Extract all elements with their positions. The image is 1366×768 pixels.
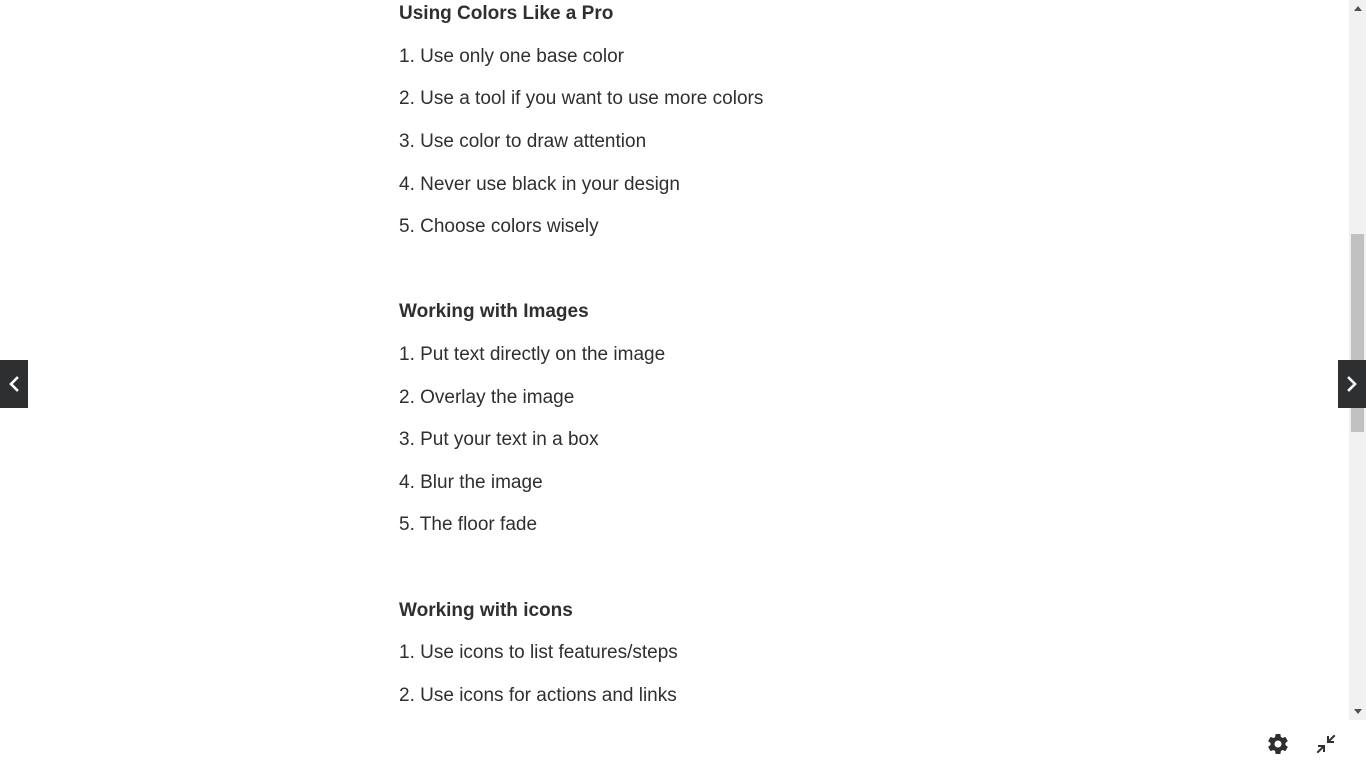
lecture-article-viewport: Using Colors Like a Pro 1. Use only one … [0,0,1349,720]
section-heading-colors: Using Colors Like a Pro [399,3,614,24]
list-item: 3. Put your text in a box [399,429,599,450]
section-heading-images: Working with Images [399,301,589,322]
bottom-toolbar [0,720,1366,768]
list-item: 3. Use color to draw attention [399,131,647,152]
chevron-left-icon [9,376,19,392]
list-item: 2. Use icons for actions and links [399,685,677,706]
list-item: 2. Overlay the image [399,387,575,408]
list-item: 5. Choose colors wisely [399,216,599,237]
chevron-right-icon [1347,376,1357,392]
list-item: 1. Put text directly on the image [399,344,666,365]
list-item: 2. Use a tool if you want to use more co… [399,88,764,109]
settings-button[interactable] [1266,732,1290,756]
list-item: 1. Use icons to list features/steps [399,642,678,663]
gear-icon [1268,734,1288,755]
exit-fullscreen-button[interactable] [1314,732,1338,756]
scroll-up-arrow-icon[interactable] [1349,0,1366,17]
list-item: 1. Use only one base color [399,46,624,67]
section-heading-icons: Working with icons [399,600,573,621]
scroll-down-arrow-icon[interactable] [1349,703,1366,720]
list-item: 5. The floor fade [399,514,538,535]
list-item: 4. Never use black in your design [399,174,680,195]
list-item: 4. Blur the image [399,472,543,493]
collapse-fullscreen-icon [1316,734,1336,754]
next-lecture-button[interactable] [1338,360,1366,408]
previous-lecture-button[interactable] [0,360,28,408]
